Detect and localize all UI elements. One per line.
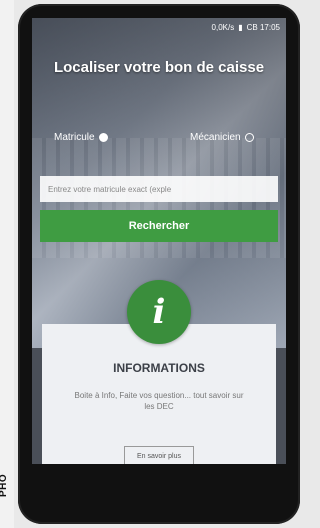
search-button[interactable]: Rechercher	[40, 210, 278, 242]
radio-label-matricule: Matricule	[54, 132, 95, 143]
network-speed: 0,0K/s	[211, 22, 235, 32]
phone-frame: 0,0K/s ▮ CB 17:05 Localiser votre bon de…	[18, 4, 300, 524]
battery-clock: CB 17:05	[246, 22, 280, 32]
info-title: INFORMATIONS	[113, 361, 205, 375]
status-bar: 0,0K/s ▮ CB 17:05	[32, 18, 286, 36]
radio-label-mecanicien: Mécanicien	[190, 132, 241, 143]
info-description: Boite à Info, Faite vos question... tout…	[74, 391, 244, 411]
search-mode-selector: Matricule Mécanicien	[32, 132, 286, 152]
info-icon: i	[127, 280, 191, 344]
matricule-search-input[interactable]	[40, 176, 278, 202]
page-title: Localiser votre bon de caisse	[53, 59, 265, 76]
radio-unselected-icon[interactable]	[244, 133, 254, 142]
photo-watermark: INTO PHO	[0, 473, 9, 497]
photo-margin: INTO PHO	[0, 0, 14, 528]
radio-matricule[interactable]: Matricule	[54, 132, 108, 143]
learn-more-button[interactable]: En savoir plus	[124, 446, 194, 464]
info-icon-glyph: i	[152, 292, 166, 332]
radio-mecanicien[interactable]: Mécanicien	[190, 132, 254, 143]
signal-icon: ▮	[238, 22, 243, 32]
app-screen: 0,0K/s ▮ CB 17:05 Localiser votre bon de…	[32, 18, 286, 464]
radio-selected-icon[interactable]	[98, 133, 108, 142]
